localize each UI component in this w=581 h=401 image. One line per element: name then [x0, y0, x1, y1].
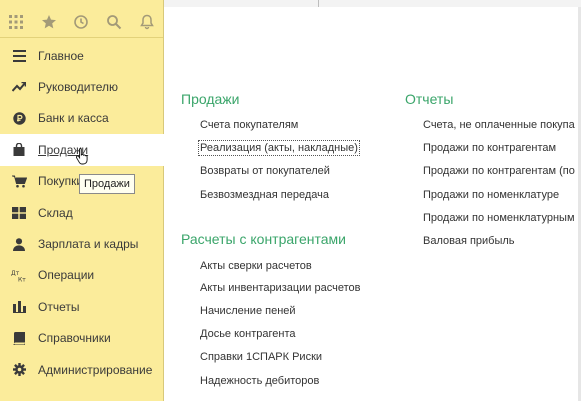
sidebar-item-label: Склад: [38, 205, 73, 220]
top-separator: [318, 0, 319, 7]
sidebar-item-label: Отчеты: [38, 299, 80, 314]
sidebar-tooltip: Продажи: [79, 174, 135, 194]
person-icon: [10, 236, 28, 252]
sidebar-item-main[interactable]: Главное: [0, 40, 163, 71]
trend-arrow-icon: [10, 79, 28, 95]
link-counterparty-dossier[interactable]: Досье контрагента: [200, 328, 296, 340]
sidebar-item-warehouse[interactable]: Склад: [0, 197, 163, 228]
sidebar-nav: Главное Руководителю Банк и касса Продаж…: [0, 40, 164, 385]
bar-chart-icon: [10, 299, 28, 315]
favorites-star-icon[interactable]: [33, 9, 66, 35]
sidebar-item-bank[interactable]: Банк и касса: [0, 103, 163, 134]
link-sales-by-counterparty-detailed[interactable]: Продажи по контрагентам (по: [423, 165, 575, 177]
section-title-sales: Продажи: [181, 91, 240, 107]
link-customer-invoices[interactable]: Счета покупателям: [200, 119, 298, 131]
quick-toolbar: [0, 7, 163, 37]
warehouse-icon: [10, 205, 28, 221]
link-penalty-accrual[interactable]: Начисление пеней: [200, 305, 296, 317]
link-debtor-reliability[interactable]: Надежность дебиторов: [200, 375, 319, 387]
section-title-reports: Отчеты: [405, 91, 454, 107]
link-free-transfer[interactable]: Безвозмездная передача: [200, 189, 329, 201]
sidebar-item-label: Покупки: [38, 174, 84, 189]
sidebar: Главное Руководителю Банк и касса Продаж…: [0, 0, 164, 401]
link-sales-acts-waybills[interactable]: Реализация (акты, накладные): [198, 140, 360, 156]
sidebar-item-operations[interactable]: Дт Кт Операции: [0, 260, 163, 291]
sidebar-item-salary[interactable]: Зарплата и кадры: [0, 228, 163, 259]
sidebar-item-label: Зарплата и кадры: [38, 237, 139, 252]
hand-pointer-icon: [75, 147, 90, 168]
gear-icon: [10, 362, 28, 378]
app-grid-icon[interactable]: [0, 9, 33, 35]
sidebar-item-label: Руководителю: [38, 80, 119, 95]
link-customer-returns[interactable]: Возвраты от покупателей: [200, 165, 330, 177]
sidebar-item-label: Главное: [38, 48, 84, 63]
svg-text:Кт: Кт: [18, 276, 26, 282]
sidebar-item-label: Банк и касса: [38, 111, 109, 126]
sidebar-item-directories[interactable]: Справочники: [0, 323, 163, 354]
link-gross-profit[interactable]: Валовая прибыль: [423, 235, 515, 247]
link-spark-risks[interactable]: Справки 1СПАРК Риски: [200, 351, 322, 363]
search-icon[interactable]: [98, 9, 131, 35]
link-sales-by-nomenclature[interactable]: Продажи по номенклатуре: [423, 189, 559, 201]
link-sales-by-nomenclature-groups[interactable]: Продажи по номенклатурным: [423, 212, 575, 224]
link-reconciliation-acts[interactable]: Акты сверки расчетов: [200, 260, 312, 272]
notification-bell-icon[interactable]: [130, 9, 163, 35]
quickbar-divider: [0, 37, 163, 38]
link-unpaid-invoices[interactable]: Счета, не оплаченные покупа: [423, 119, 575, 131]
sidebar-item-manager[interactable]: Руководителю: [0, 71, 163, 102]
coin-icon: [10, 110, 28, 126]
sales-section-content: Продажи Счета покупателям Реализация (ак…: [164, 7, 581, 401]
shopping-bag-icon: [10, 142, 28, 158]
link-sales-by-counterparty[interactable]: Продажи по контрагентам: [423, 142, 556, 154]
menu-lines-icon: [10, 48, 28, 64]
dt-kt-icon: Дт Кт: [10, 267, 28, 283]
section-title-settlements: Расчеты с контрагентами: [181, 231, 346, 247]
sidebar-item-reports[interactable]: Отчеты: [0, 291, 163, 322]
book-icon: [10, 330, 28, 346]
sidebar-item-administration[interactable]: Администрирование: [0, 354, 163, 385]
history-icon[interactable]: [65, 9, 98, 35]
sidebar-item-label: Администрирование: [38, 362, 153, 377]
shopping-cart-icon: [10, 173, 28, 189]
link-inventory-acts[interactable]: Акты инвентаризации расчетов: [200, 282, 360, 294]
sidebar-item-label: Операции: [38, 268, 95, 283]
sidebar-item-label: Справочники: [38, 331, 111, 346]
